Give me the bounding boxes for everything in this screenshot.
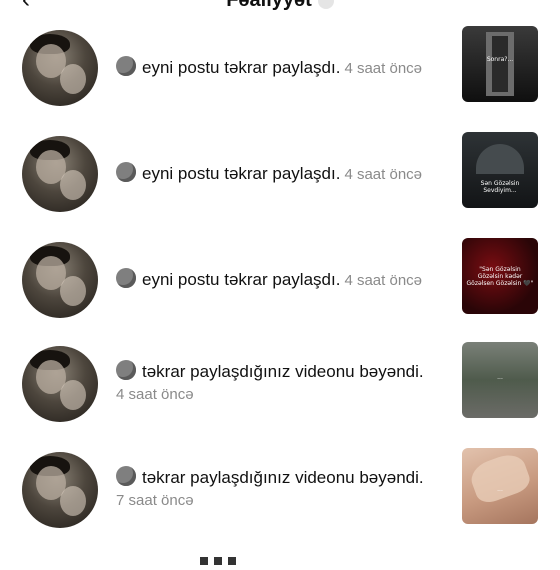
avatar[interactable]: [22, 452, 98, 528]
activity-row[interactable]: təkrar paylaşdığınız videonu bəyəndi. 7 …: [0, 444, 560, 540]
video-thumbnail[interactable]: ...: [462, 342, 538, 418]
thumbnail-caption: "Sən Gözəlsin Gözəlsin kədər Gözəlsen Gö…: [466, 266, 534, 287]
activity-text: təkrar paylaşdığınız videonu bəyəndi.: [116, 360, 424, 382]
timestamp: 7 saat öncə: [116, 492, 194, 509]
activity-text: eyni postu təkrar paylaşdı. 4 saat öncə: [116, 268, 422, 290]
thumbnail-caption: Sonra?...: [486, 56, 514, 63]
avatar[interactable]: [22, 346, 98, 422]
timestamp: 4 saat öncə: [344, 272, 423, 289]
page-title-label: Fəaliyyət: [226, 0, 312, 11]
avatar[interactable]: [22, 242, 98, 318]
timestamp: 4 saat öncə: [116, 386, 194, 403]
post-thumbnail[interactable]: Sən Gözəlsin Sevdiyim...: [462, 132, 538, 208]
partial-bottom-content: [200, 552, 300, 565]
top-bar: ‹ Fəaliyyət: [0, 0, 560, 14]
page-title[interactable]: Fəaliyyət: [0, 0, 560, 14]
timestamp: 4 saat öncə: [344, 166, 423, 183]
thumbnail-caption: Sən Gözəlsin Sevdiyim...: [480, 180, 520, 194]
avatar[interactable]: [22, 30, 98, 106]
emoji-face-icon: [116, 466, 136, 486]
chevron-down-icon: [317, 0, 334, 9]
post-thumbnail[interactable]: "Sən Gözəlsin Gözəlsin kədər Gözəlsen Gö…: [462, 238, 538, 314]
activity-text: təkrar paylaşdığınız videonu bəyəndi.: [116, 466, 424, 488]
emoji-face-icon: [116, 360, 136, 380]
post-thumbnail[interactable]: Sonra?...: [462, 26, 538, 102]
avatar[interactable]: [22, 136, 98, 212]
thumbnail-caption: ...: [497, 374, 503, 381]
timestamp: 4 saat öncə: [344, 60, 423, 77]
activity-row[interactable]: təkrar paylaşdığınız videonu bəyəndi. 4 …: [0, 338, 560, 434]
activity-row[interactable]: eyni postu təkrar paylaşdı. 4 saat öncə S…: [0, 22, 560, 118]
activity-text: eyni postu təkrar paylaşdı. 4 saat öncə: [116, 162, 422, 184]
thumbnail-caption: ...: [497, 486, 503, 493]
video-thumbnail[interactable]: ...: [462, 448, 538, 524]
activity-text: eyni postu təkrar paylaşdı. 4 saat öncə: [116, 56, 422, 78]
emoji-face-icon: [116, 268, 136, 288]
activity-row[interactable]: eyni postu təkrar paylaşdı. 4 saat öncə S…: [0, 128, 560, 224]
emoji-face-icon: [116, 56, 136, 76]
emoji-face-icon: [116, 162, 136, 182]
activity-row[interactable]: eyni postu təkrar paylaşdı. 4 saat öncə "…: [0, 234, 560, 330]
